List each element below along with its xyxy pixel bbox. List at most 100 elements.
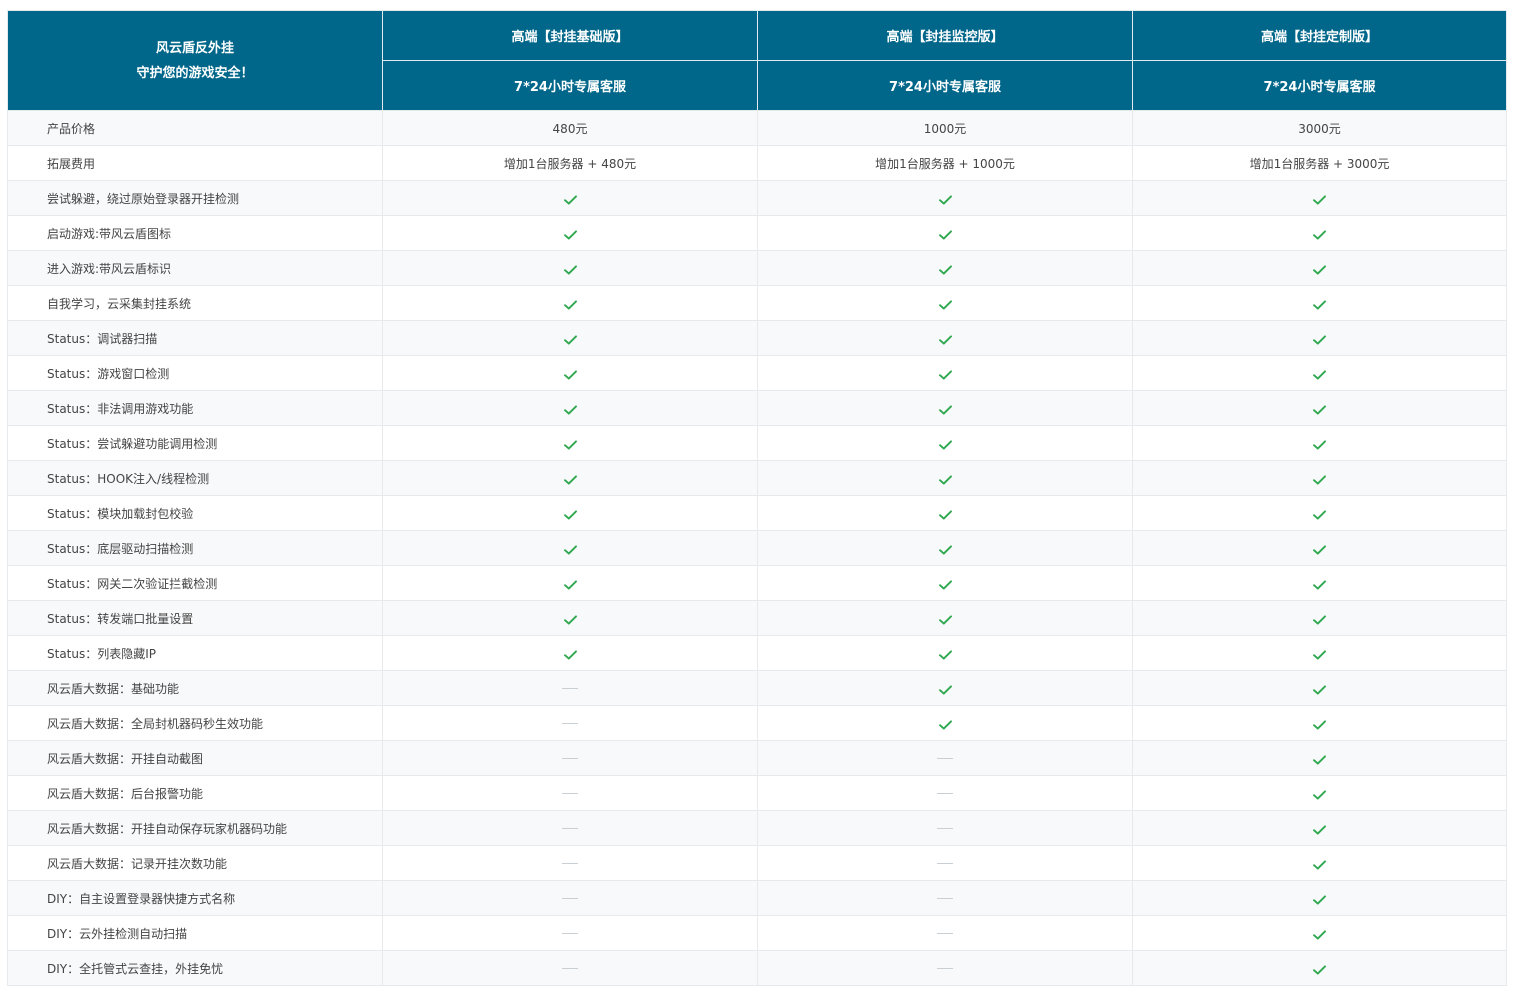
plan-basic-support (382, 600, 758, 636)
table-row: 风云盾大数据：记录开挂次数功能 (7, 845, 1507, 881)
plan-monitor-support (757, 215, 1133, 251)
dash-icon (937, 758, 953, 759)
dash-icon (562, 758, 578, 759)
check-icon (563, 264, 577, 275)
plan-basic-support (382, 460, 758, 496)
plan-custom-name: 高端【封挂定制版】 (1132, 10, 1507, 61)
table-row: 风云盾大数据：开挂自动截图 (7, 740, 1507, 776)
check-icon (938, 474, 952, 485)
dash-icon (937, 793, 953, 794)
check-icon (938, 194, 952, 205)
feature-label: 风云盾大数据：记录开挂次数功能 (7, 845, 383, 881)
plan-basic-support (382, 845, 758, 881)
feature-label: Status：模块加载封包校验 (7, 495, 383, 531)
table-row: 风云盾大数据：开挂自动保存玩家机器码功能 (7, 810, 1507, 846)
plan-monitor-support (757, 180, 1133, 216)
feature-label: Status：转发端口批量设置 (7, 600, 383, 636)
check-icon (1313, 369, 1326, 380)
check-icon (1313, 964, 1326, 975)
brand-header-cell: 风云盾反外挂 守护您的游戏安全！ (7, 10, 383, 111)
plan-custom-support (1132, 600, 1507, 636)
plan-monitor-support (757, 495, 1133, 531)
check-icon (1313, 649, 1326, 660)
plan-custom-support (1132, 215, 1507, 251)
check-icon (1313, 439, 1326, 450)
dash-icon (562, 828, 578, 829)
plan-monitor-support (757, 845, 1133, 881)
feature-label: Status：列表隐藏IP (7, 635, 383, 671)
check-icon (1313, 299, 1326, 310)
row-label: 产品价格 (7, 110, 383, 146)
plan-custom-support (1132, 355, 1507, 391)
plan-basic-support (382, 215, 758, 251)
feature-label: Status：非法调用游戏功能 (7, 390, 383, 426)
feature-label: Status：底层驱动扫描检测 (7, 530, 383, 566)
plan-basic-support (382, 250, 758, 286)
table-row: Status：底层驱动扫描检测 (7, 530, 1507, 566)
plan-custom-support (1132, 915, 1507, 951)
feature-label: DIY：自主设置登录器快捷方式名称 (7, 880, 383, 916)
table-row: Status：游戏窗口检测 (7, 355, 1507, 391)
table-row: 自我学习，云采集封挂系统 (7, 285, 1507, 321)
check-icon (1313, 474, 1326, 485)
plan-custom-value: 3000元 (1132, 110, 1507, 146)
plan-custom-support (1132, 845, 1507, 881)
plan-custom-value: 增加1台服务器 + 3000元 (1132, 145, 1507, 181)
check-icon (563, 404, 577, 415)
check-icon (938, 229, 952, 240)
plan-custom-support (1132, 950, 1507, 986)
plan-monitor-support (757, 810, 1133, 846)
plan-custom-support (1132, 180, 1507, 216)
plan-custom-support (1132, 285, 1507, 321)
dash-icon (937, 828, 953, 829)
table-row: Status：调试器扫描 (7, 320, 1507, 356)
table-row: 风云盾大数据：基础功能 (7, 670, 1507, 706)
feature-label: 风云盾大数据：开挂自动保存玩家机器码功能 (7, 810, 383, 846)
feature-label: 自我学习，云采集封挂系统 (7, 285, 383, 321)
plan-basic-support (382, 495, 758, 531)
check-icon (1313, 229, 1326, 240)
check-icon (938, 579, 952, 590)
plan-basic-support (382, 950, 758, 986)
plan-monitor-support (757, 425, 1133, 461)
pricing-table: 风云盾反外挂 守护您的游戏安全！ 高端【封挂基础版】 高端【封挂监控版】 高端【… (7, 10, 1507, 986)
plan-custom-support (1132, 530, 1507, 566)
plan-monitor-support (757, 460, 1133, 496)
dash-icon (937, 863, 953, 864)
check-icon (1313, 789, 1326, 800)
check-icon (563, 194, 577, 205)
plan-custom-support (1132, 460, 1507, 496)
plan-basic-support (382, 565, 758, 601)
plan-basic-support (382, 285, 758, 321)
table-row: Status：转发端口批量设置 (7, 600, 1507, 636)
plan-basic-support (382, 425, 758, 461)
check-icon (563, 509, 577, 520)
plan-custom-support (1132, 495, 1507, 531)
feature-label: 风云盾大数据：开挂自动截图 (7, 740, 383, 776)
plan-basic-support (382, 355, 758, 391)
table-row: DIY：云外挂检测自动扫描 (7, 915, 1507, 951)
check-icon (1313, 684, 1326, 695)
dash-icon (562, 898, 578, 899)
plan-custom-support (1132, 320, 1507, 356)
plan-basic-support (382, 915, 758, 951)
check-icon (938, 649, 952, 660)
check-icon (1313, 824, 1326, 835)
feature-label: 风云盾大数据：基础功能 (7, 670, 383, 706)
plan-monitor-support (757, 635, 1133, 671)
feature-label: Status：HOOK注入/线程检测 (7, 460, 383, 496)
feature-label: 风云盾大数据：后台报警功能 (7, 775, 383, 811)
plan-monitor-value: 增加1台服务器 + 1000元 (757, 145, 1133, 181)
check-icon (1313, 614, 1326, 625)
check-icon (938, 684, 952, 695)
check-icon (563, 229, 577, 240)
plan-basic-support (382, 390, 758, 426)
dash-icon (562, 863, 578, 864)
check-icon (1313, 719, 1326, 730)
plan-monitor-support (757, 250, 1133, 286)
feature-label: Status：调试器扫描 (7, 320, 383, 356)
table-row: Status：非法调用游戏功能 (7, 390, 1507, 426)
dash-icon (937, 933, 953, 934)
check-icon (563, 439, 577, 450)
check-icon (1313, 929, 1326, 940)
